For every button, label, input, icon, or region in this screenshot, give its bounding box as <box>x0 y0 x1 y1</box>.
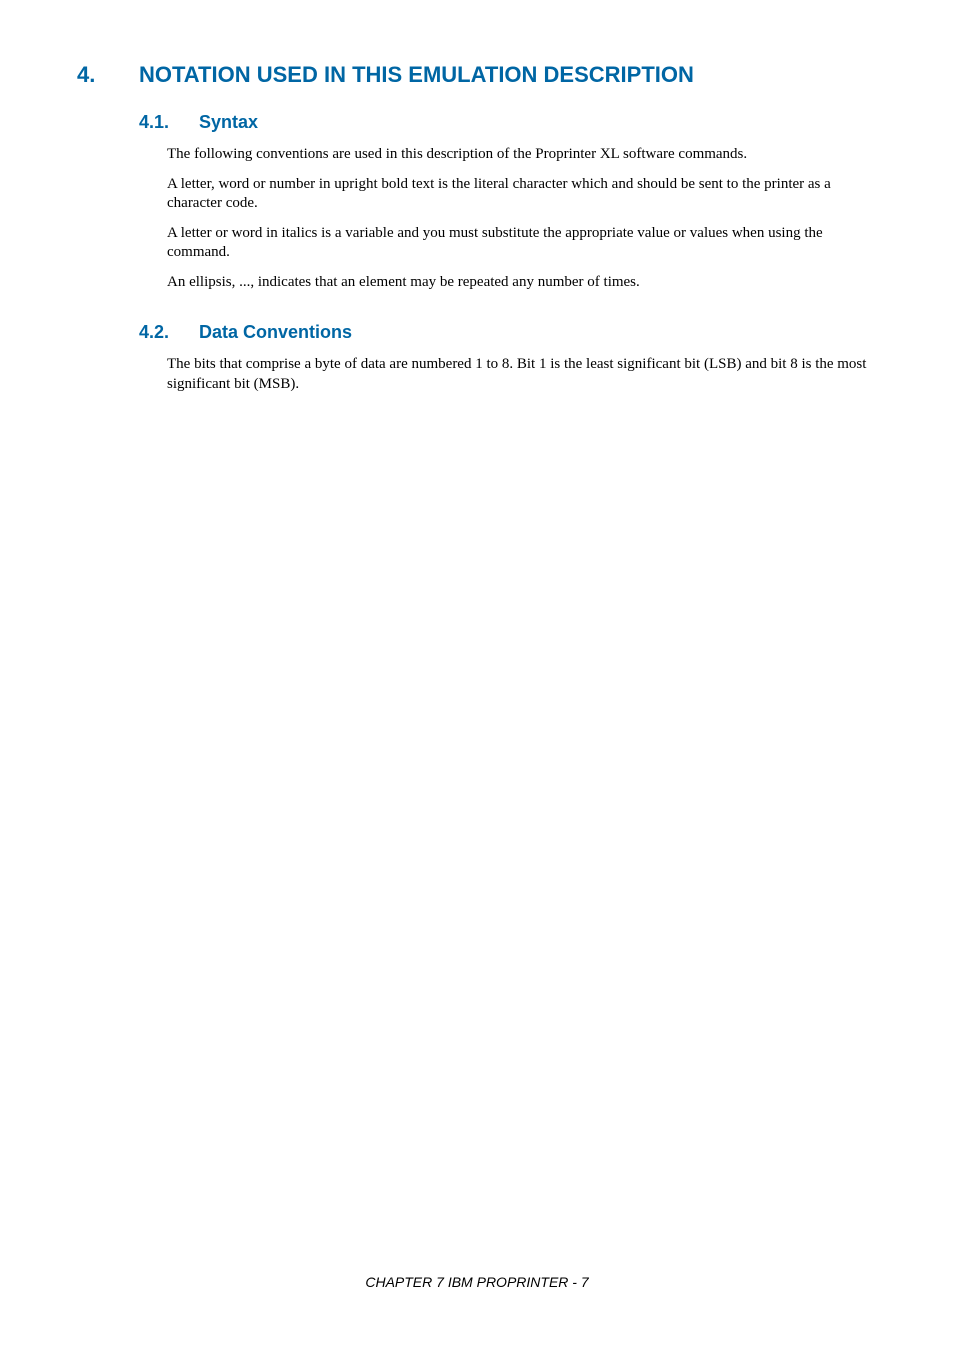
paragraph-text: A letter or word in italics is a variabl… <box>167 224 877 263</box>
heading-4-1-number: 4.1. <box>139 112 199 133</box>
paragraph-text: A letter, word or number in upright bold… <box>167 175 877 214</box>
paragraph-text: The following conventions are used in th… <box>167 145 877 165</box>
heading-4-2-number: 4.2. <box>139 322 199 343</box>
heading-4-1: 4.1. Syntax <box>139 112 877 133</box>
heading-1: 4. NOTATION USED IN THIS EMULATION DESCR… <box>77 62 877 88</box>
heading-4-2: 4.2. Data Conventions <box>139 322 877 343</box>
heading-4-1-title: Syntax <box>199 112 877 133</box>
section-spacer <box>77 302 877 322</box>
heading-1-title: NOTATION USED IN THIS EMULATION DESCRIPT… <box>139 62 877 88</box>
heading-1-number: 4. <box>77 62 139 88</box>
paragraph-text: The bits that comprise a byte of data ar… <box>167 355 877 394</box>
page-footer: CHAPTER 7 IBM PROPRINTER - 7 <box>0 1274 954 1290</box>
document-page: 4. NOTATION USED IN THIS EMULATION DESCR… <box>0 0 954 1350</box>
paragraph-text: An ellipsis, ..., indicates that an elem… <box>167 273 877 293</box>
heading-4-2-title: Data Conventions <box>199 322 877 343</box>
